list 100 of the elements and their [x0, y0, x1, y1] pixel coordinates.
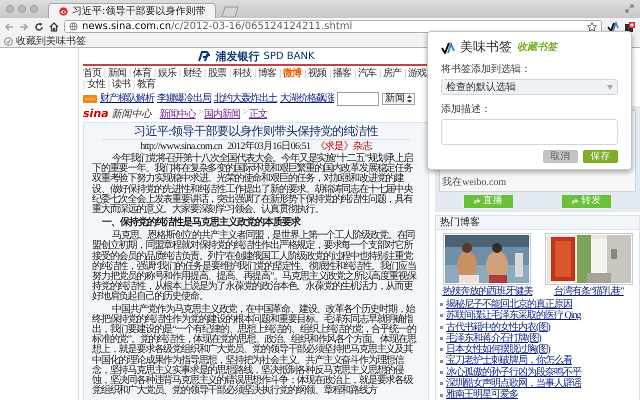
search-field[interactable] — [337, 92, 379, 106]
blog-link[interactable]: 苏联间谍让毛泽东采取的医疗 Qing — [446, 310, 580, 322]
photo-caption[interactable]: 台湾有条“猫乳巷” — [554, 286, 624, 297]
nav-link[interactable]: 女性 — [87, 79, 106, 90]
blog-link[interactable]: 日本女性如何摆脱过胸(图) — [446, 344, 550, 356]
dropdown-arrow-icon — [607, 84, 613, 90]
home-button[interactable] — [49, 22, 59, 32]
nav-link[interactable]: 股票 — [208, 68, 226, 79]
bookmark-extension-icon[interactable] — [624, 20, 636, 32]
hot-link[interactable]: 大湖价格飙涨 — [280, 93, 334, 105]
minimize-button[interactable] — [18, 5, 26, 13]
dropdown-arrow-icon — [407, 95, 412, 103]
back-button[interactable] — [4, 22, 14, 32]
nav-separator: | — [229, 68, 230, 79]
nav-separator: | — [404, 68, 406, 79]
nav-separator: | — [104, 68, 106, 79]
nav-separator: | — [379, 68, 380, 79]
blog-link[interactable]: 深圳酷女声明点歌网，当事人辟谣 — [446, 378, 581, 390]
nav-separator: | — [154, 68, 156, 79]
star-icon[interactable] — [587, 22, 597, 32]
checkmark-icon[interactable] — [607, 20, 619, 32]
breadcrumb-separator: > — [242, 107, 247, 120]
bullet-icon — [440, 370, 443, 374]
bookmark-icon — [4, 36, 13, 46]
address-bar[interactable]: news.sina.com.cn/c/2012-03-16/065124124211.shtml — [64, 20, 602, 33]
nav-separator: | — [279, 68, 280, 79]
blog-link[interactable]: 毛泽东和蒋介石打牌(图) — [446, 332, 541, 344]
nav-link[interactable]: 科技 — [233, 68, 252, 79]
photo-caption[interactable]: 热辣奔放的西班牙健美 — [442, 286, 532, 297]
close-button[interactable] — [6, 5, 14, 13]
bank-logo-icon — [198, 50, 212, 62]
nav-link[interactable]: 读书 — [112, 79, 130, 90]
url-text: news.sina.com.cn/c/2012-03-16/065124124211.shtml — [82, 21, 352, 32]
bank-name-english: SPD BANK — [264, 50, 314, 62]
nav-link[interactable]: 新闻 — [108, 68, 126, 79]
nav-separator: | — [329, 68, 330, 79]
nav-link[interactable]: 汽车 — [358, 68, 376, 79]
nav-link[interactable]: 财经 — [183, 68, 202, 79]
share-arrow-icon — [474, 198, 481, 205]
album-select[interactable]: 检查的默认选辑 — [441, 79, 618, 95]
bullet-icon — [440, 382, 443, 386]
bullet-icon — [440, 360, 443, 363]
globe-icon — [69, 22, 78, 31]
nav-link[interactable]: 房产 — [383, 68, 402, 79]
new-tab-button[interactable] — [220, 6, 240, 17]
nav-link[interactable]: 博客 — [258, 68, 276, 79]
source-url: http://www.sina.com.cn — [140, 141, 222, 152]
blog-link[interactable]: 古代书籍中的女性内衣(图) — [446, 322, 550, 333]
breadcrumb-link[interactable]: 新闻中心 — [160, 107, 196, 121]
bullet-icon — [440, 314, 443, 318]
sina-logo[interactable]: sina 新闻中心 — [83, 107, 152, 121]
blog-link[interactable]: 揭秘尼子不能回北京的真正原因 — [446, 299, 572, 310]
fullscreen-icon[interactable] — [625, 4, 634, 13]
hot-link[interactable]: 北约大轰炸出土 — [214, 93, 277, 105]
tab-title: 习近平:领导干部要以身作则带 — [72, 4, 206, 18]
blog-link[interactable]: 雅南王明星可爱多 — [446, 389, 518, 400]
nav-separator: | — [83, 79, 84, 90]
nav-link[interactable]: 教育 — [137, 79, 156, 90]
nav-separator: | — [133, 79, 134, 90]
nav-link[interactable]: 首页 — [83, 68, 101, 79]
nav-separator: | — [129, 68, 130, 79]
description-field[interactable] — [441, 119, 618, 145]
share-arrow-icon — [572, 198, 580, 205]
panel-title: 热门博客 — [436, 216, 639, 230]
breadcrumb-link[interactable]: 国内新闻 — [204, 107, 240, 121]
forward-button[interactable] — [19, 22, 29, 32]
nav-separator: | — [254, 68, 256, 79]
browser-tab[interactable]: 习近平:领导干部要以身作则带 — [48, 3, 216, 18]
breadcrumb-link[interactable]: 正文 — [248, 107, 267, 121]
nav-separator: | — [304, 68, 306, 79]
category-select[interactable]: 新闻 — [382, 93, 415, 105]
popup-title: 美味书签 — [460, 39, 512, 56]
nav-link[interactable]: 游戏 — [408, 68, 426, 79]
article-paragraph: 中国共产党作为马克思主义政党，在中国革命、建设、改革各个历史时期，始终把保持党的纯洁性作为党的建设的根本问题和重要目标。毛泽东同志早就明确指出，我们要建设的是“一个有纪律的、思想上纯洁的、组织上纯洁的党，合乎统一的标准的党”。党的纯洁性，体现在党的思想、政治、组织和作风各个方面。体现在思想上，就是要求各级党组织和广大党员、党的领导干部必须坚持把马克思主义及其中国化的理论成果作为指导思想，坚持把为社会主义、共产主义奋斗作为理想信念，坚持马克思主义实事求是的思想路线，坚决抵制各种反马克思主义思想的侵蚀，坚决同各种违背马克思主义的错误思想作斗争；体现在政治上，就是要求各级党组织和广大党员、党的领导干部必须坚决执行党的纲领、章程和路线方 — [92, 304, 418, 396]
hot-link[interactable]: 李娜爆冷出局 — [157, 93, 211, 105]
hot-icon — [83, 95, 97, 103]
maximize-button[interactable] — [30, 5, 38, 13]
article-title: 习近平:领导干部要以身作则带头保持党的纯洁性 — [132, 125, 380, 138]
nav-link[interactable]: 娱乐 — [158, 68, 176, 79]
blog-link[interactable]: 冰心孤傲的孙子行凶为段奈鸣不平 — [446, 366, 581, 378]
reload-button[interactable] — [34, 22, 44, 32]
bookmark-item[interactable]: 收藏到美味书签 — [4, 34, 86, 48]
checkmark-logo-icon — [441, 40, 455, 54]
nav-link[interactable]: 视频 — [308, 68, 326, 79]
nav-separator: | — [179, 68, 180, 79]
article-paragraph: 今年我们党将召开第十八次全国代表大会。今年又是实施“十二五”规划承上启下的重要一年。我们将在复杂多变的国际环境和艰巨繁重的国内改革发展稳定任务双重考验下努力实现稳中求进。光荣的使命和艰巨的任务，对加强和改进党的建设、做好保持党的先进性和纯洁性工作提出了新的要求。胡锦涛同志在十七届中央纪委七次全会上发表重要讲话，突出强调了在新形势下保持党的纯洁性问题，具有重大而深远的意义。大家要深刻学习领会、认真贯彻执行。 — [92, 154, 414, 216]
bullet-icon — [440, 337, 443, 340]
article-paragraph: 马克思、恩格斯创立的共产主义者同盟，是世界上第一个工人阶级政党。在同盟创立初期，同盟章程就对保持党的纯洁性作出严格规定，要求每一个支部对它所接受的会员的品质纯洁负责。列宁在创建俄国工人阶级政党的过程中也特别注重党的纯洁性，强调“我们的任务是要维护我们党的坚定性、彻底性和纯洁性。我们应当努力把党员的称号和作用提高、提高、再提高”。马克思主义政党之所以高度重视保持党的纯洁性，从根本上说是为了永葆党的政治本色、永葆党的生机活力，从而更好地肩负起自己的历史使命。 — [92, 231, 418, 303]
nav-separator: | — [108, 79, 110, 90]
bullet-icon — [440, 394, 443, 397]
blog-link[interactable]: 宝刀老护士刺破牌局，你怎么看 — [446, 355, 572, 367]
hot-link[interactable]: 财产梯队解析 — [100, 93, 154, 105]
breadcrumb-separator: > — [198, 107, 202, 120]
bullet-icon — [440, 348, 443, 352]
popup-subtitle: 收藏书签 — [517, 40, 557, 54]
nav-link[interactable]: 播客 — [333, 68, 352, 79]
section-heading: 一、保持党的纯洁性是马克思主义政党的本质要求 — [101, 217, 302, 228]
bullet-icon — [440, 326, 443, 329]
weibo-text: 我在weibo.com — [442, 176, 506, 189]
nav-link[interactable]: 体育 — [133, 68, 152, 79]
